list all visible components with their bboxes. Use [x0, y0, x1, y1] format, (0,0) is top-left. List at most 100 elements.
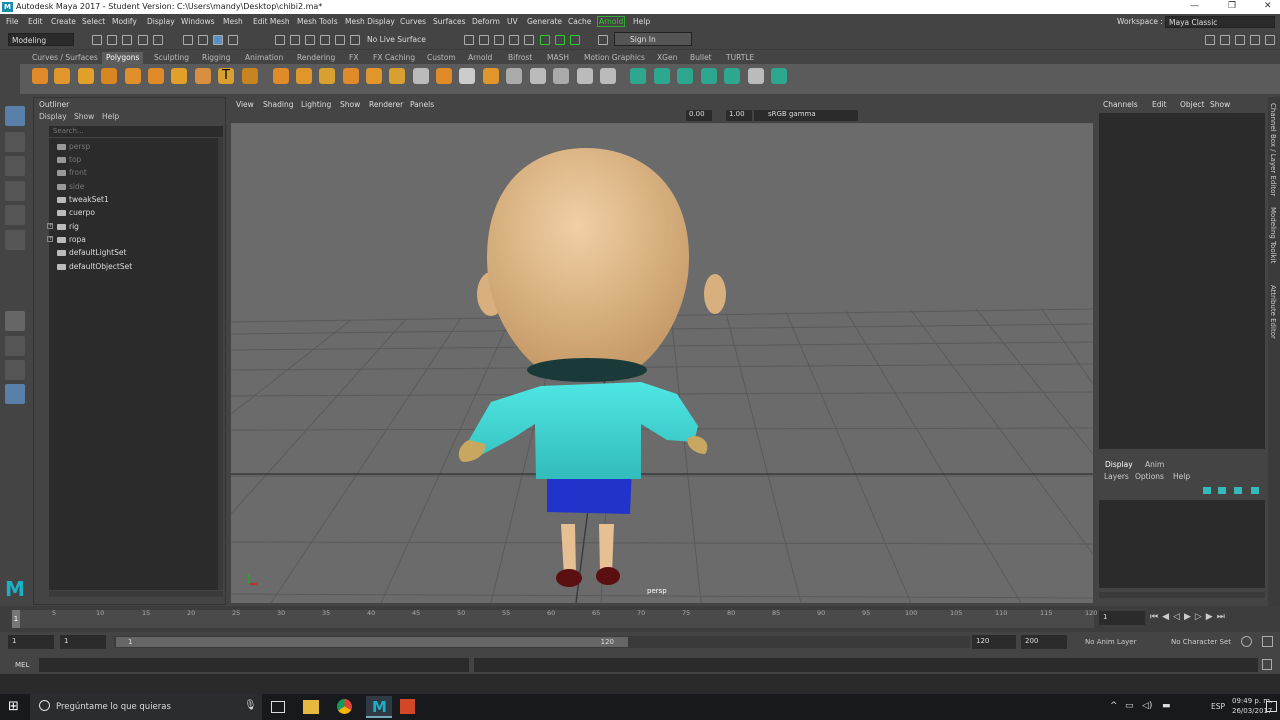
snap-point-icon[interactable]: [305, 35, 315, 45]
viewport-3d-view[interactable]: persp: [231, 124, 1093, 603]
microphone-icon[interactable]: 🎙: [244, 700, 257, 711]
poly-torus-icon[interactable]: [148, 68, 164, 84]
insert-edge-loop-icon[interactable]: [530, 68, 546, 84]
shelf-tab-arnold[interactable]: Arnold: [468, 53, 492, 62]
snap-live-icon[interactable]: [350, 35, 360, 45]
new-layer-selected-icon[interactable]: [1251, 487, 1259, 494]
snap-grid-icon[interactable]: [275, 35, 285, 45]
vp-menu-show[interactable]: Show: [340, 100, 360, 109]
shelf-tab-bullet[interactable]: Bullet: [690, 53, 712, 62]
menu-display[interactable]: Display: [147, 17, 175, 26]
paint-select-tool-icon[interactable]: [5, 156, 25, 176]
persp-outliner-layout-icon[interactable]: [5, 360, 25, 380]
shelf-tab-motion-graphics[interactable]: Motion Graphics: [584, 53, 645, 62]
range-handle[interactable]: 1 120: [116, 637, 628, 647]
volume-icon[interactable]: ◁): [1142, 701, 1152, 711]
side-tab-channel-box[interactable]: Channel Box / Layer Editor: [1269, 103, 1277, 196]
outliner-item-rig[interactable]: rig: [57, 222, 79, 231]
outliner-item-top[interactable]: top: [57, 155, 81, 164]
outliner-item-defaultlightset[interactable]: defaultLightSet: [57, 248, 126, 257]
layout-outliner-icon[interactable]: [1235, 35, 1245, 45]
poly-sphere-icon[interactable]: [32, 68, 48, 84]
side-tab-modeling-toolkit[interactable]: Modeling Toolkit: [1269, 207, 1277, 263]
minimize-button[interactable]: —: [1190, 1, 1199, 11]
arnold-ipr-icon[interactable]: [555, 35, 565, 45]
workspace-select[interactable]: Maya Classic: [1165, 16, 1275, 28]
shelf-tab-custom[interactable]: Custom: [427, 53, 456, 62]
shelf-tab-fx[interactable]: FX: [349, 53, 358, 62]
outliner-item-front[interactable]: front: [57, 168, 87, 177]
unfold-uv-icon[interactable]: [748, 68, 764, 84]
menu-mesh-display[interactable]: Mesh Display: [345, 17, 395, 26]
move-tool-icon[interactable]: [5, 181, 25, 201]
bevel-icon[interactable]: [436, 68, 452, 84]
new-layer-icon[interactable]: [1234, 487, 1242, 494]
tray-chevron-icon[interactable]: ^: [1110, 701, 1118, 711]
layer-hscrollbar[interactable]: [1099, 592, 1265, 598]
shelf-tab-bifrost[interactable]: Bifrost: [508, 53, 532, 62]
scale-tool-icon[interactable]: [5, 230, 25, 250]
menu-arnold[interactable]: Arnold: [597, 16, 626, 27]
shelf-tab-rendering[interactable]: Rendering: [297, 53, 335, 62]
file-explorer-icon[interactable]: [303, 700, 319, 714]
cb-menu-object[interactable]: Object: [1180, 100, 1204, 109]
network-icon[interactable]: ▭: [1125, 701, 1134, 711]
chrome-icon[interactable]: [337, 699, 352, 714]
poly-plane-icon[interactable]: [125, 68, 141, 84]
range-end-field[interactable]: 120: [972, 635, 1016, 649]
fill-hole-icon[interactable]: [483, 68, 499, 84]
playback-controls[interactable]: ⏮◀◁▶▷▶⏭: [1150, 612, 1278, 624]
outliner-menu-show[interactable]: Show: [74, 112, 94, 121]
end-time-field[interactable]: 200: [1021, 635, 1067, 649]
vp-menu-panels[interactable]: Panels: [410, 100, 434, 109]
layout-graph-icon[interactable]: [1250, 35, 1260, 45]
cb-menu-channels[interactable]: Channels: [1103, 100, 1138, 109]
layout-single-icon[interactable]: [1205, 35, 1215, 45]
vp-menu-lighting[interactable]: Lighting: [301, 100, 331, 109]
shelf-tab-polygons[interactable]: Polygons: [102, 52, 144, 64]
separate-icon[interactable]: [296, 68, 312, 84]
menu-select[interactable]: Select: [82, 17, 105, 26]
redo-icon[interactable]: [153, 35, 163, 45]
menu-curves[interactable]: Curves: [400, 17, 426, 26]
rotate-tool-icon[interactable]: [5, 205, 25, 225]
menu-uv[interactable]: UV: [507, 17, 518, 26]
multi-cut-icon[interactable]: [413, 68, 429, 84]
outliner-scrollbar[interactable]: [218, 138, 223, 590]
action-center-icon[interactable]: [1266, 701, 1277, 712]
mirror-icon[interactable]: [366, 68, 382, 84]
vp-menu-view[interactable]: View: [236, 100, 254, 109]
gamma-field[interactable]: 1.00: [726, 110, 752, 121]
current-time-marker[interactable]: 1: [12, 610, 20, 628]
shelf-tab-curves-surfaces[interactable]: Curves / Surfaces: [32, 53, 98, 62]
live-surface-field[interactable]: No Live Surface: [364, 33, 444, 46]
battery-icon[interactable]: ▬: [1162, 701, 1171, 711]
sew-uv-icon[interactable]: [724, 68, 740, 84]
outliner-item-side[interactable]: side: [57, 182, 84, 191]
menu-surfaces[interactable]: Surfaces: [433, 17, 465, 26]
language-indicator[interactable]: ESP: [1211, 702, 1225, 711]
hypershade-icon[interactable]: [509, 35, 519, 45]
snap-plane-icon[interactable]: [320, 35, 330, 45]
poly-svg-icon[interactable]: [242, 68, 258, 84]
planar-uv-icon[interactable]: [630, 68, 646, 84]
close-button[interactable]: ✕: [1264, 1, 1272, 11]
color-space-select[interactable]: sRGB gamma: [754, 110, 858, 121]
menu-cache[interactable]: Cache: [568, 17, 591, 26]
select-tool-icon[interactable]: [5, 106, 25, 126]
character-set-select[interactable]: No Character Set: [1171, 638, 1231, 646]
layer-menu-layers[interactable]: Layers: [1104, 472, 1129, 481]
outliner-item-cuerpo[interactable]: cuerpo: [57, 208, 95, 217]
layout-four-icon[interactable]: [1220, 35, 1230, 45]
arnold-render-icon[interactable]: [540, 35, 550, 45]
select-component-icon[interactable]: [213, 35, 223, 45]
target-weld-icon[interactable]: [553, 68, 569, 84]
extrude-icon[interactable]: [389, 68, 405, 84]
bridge-icon[interactable]: [459, 68, 475, 84]
render-frame-icon[interactable]: [464, 35, 474, 45]
outliner-item-defaultobjectset[interactable]: defaultObjectSet: [57, 262, 132, 271]
collapse-icon[interactable]: [600, 68, 616, 84]
render-view-icon[interactable]: [524, 35, 534, 45]
layer-tab-anim[interactable]: Anim: [1145, 460, 1164, 469]
exposure-field[interactable]: 0.00: [686, 110, 712, 121]
